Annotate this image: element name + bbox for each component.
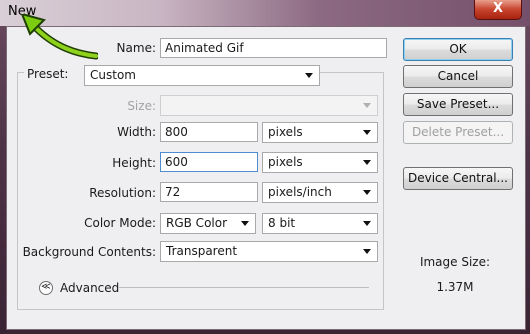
close-icon: X (492, 1, 504, 16)
resolution-label: Resolution: (89, 186, 156, 200)
chevron-double-down-icon[interactable]: ≪ (39, 281, 53, 295)
height-input[interactable]: 600 (160, 152, 258, 172)
chevron-down-icon (363, 160, 371, 165)
color-mode-label: Color Mode: (84, 216, 156, 230)
background-contents-label: Background Contents: (22, 245, 156, 259)
name-label: Name: (116, 41, 156, 55)
save-preset-button[interactable]: Save Preset... (403, 93, 513, 116)
ok-button[interactable]: OK (403, 38, 513, 61)
background-contents-select[interactable]: Transparent (160, 241, 378, 262)
bit-depth-select[interactable]: 8 bit (262, 213, 378, 234)
size-select (160, 95, 378, 116)
chevron-down-icon (363, 130, 371, 135)
divider (119, 287, 369, 288)
size-label: Size: (127, 99, 156, 113)
image-size-label: Image Size: (419, 255, 491, 269)
chevron-down-icon (363, 103, 371, 108)
close-button[interactable]: X (474, 0, 522, 20)
height-unit-select[interactable]: pixels (262, 152, 378, 173)
chevron-down-icon (363, 249, 371, 254)
resolution-input[interactable]: 72 (160, 182, 258, 202)
chevron-down-icon (305, 73, 313, 78)
chevron-down-icon (363, 221, 371, 226)
bit-depth-value: 8 bit (268, 216, 296, 230)
background-contents-value: Transparent (166, 244, 238, 258)
arrow-icon (20, 14, 98, 60)
color-mode-select[interactable]: RGB Color (160, 213, 256, 234)
cancel-button[interactable]: Cancel (403, 65, 513, 88)
width-unit-value: pixels (268, 125, 303, 139)
preset-select[interactable]: Custom (84, 65, 320, 86)
height-unit-value: pixels (268, 155, 303, 169)
resolution-unit-value: pixels/inch (268, 185, 332, 199)
preset-value: Custom (90, 68, 136, 82)
width-input[interactable]: 800 (160, 122, 258, 142)
name-input[interactable]: Animated Gif (160, 38, 387, 58)
width-unit-select[interactable]: pixels (262, 122, 378, 143)
delete-preset-button: Delete Preset... (403, 121, 513, 144)
chevron-down-icon (363, 190, 371, 195)
device-central-button[interactable]: Device Central... (403, 167, 513, 190)
color-mode-value: RGB Color (166, 216, 228, 230)
chevron-down-icon (241, 221, 249, 226)
image-size-value: 1.37M (436, 280, 474, 294)
height-label: Height: (112, 156, 156, 170)
width-label: Width: (117, 125, 156, 139)
preset-label: Preset: (24, 67, 86, 81)
advanced-toggle-label[interactable]: Advanced (60, 281, 119, 295)
resolution-unit-select[interactable]: pixels/inch (262, 182, 378, 203)
